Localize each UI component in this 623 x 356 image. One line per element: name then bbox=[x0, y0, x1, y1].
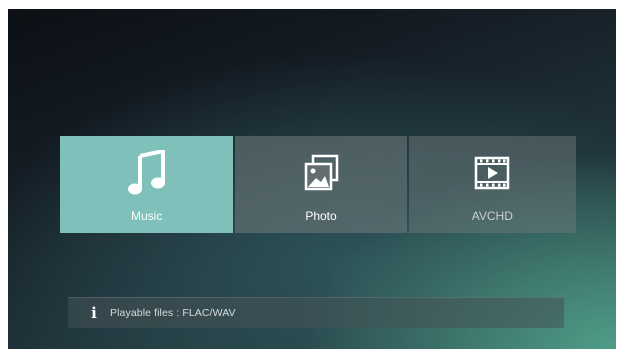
menu-tile-label: Music bbox=[130, 209, 163, 223]
menu-tile-photo[interactable]: Photo bbox=[235, 136, 407, 233]
menu-tile-label: Photo bbox=[305, 209, 337, 223]
media-type-menu: Music Photo AVCHD bbox=[60, 136, 576, 233]
video-film-icon bbox=[472, 150, 512, 196]
menu-tile-label: AVCHD bbox=[471, 209, 513, 223]
photo-stack-icon bbox=[301, 150, 341, 196]
media-home-screen: Music Photo AVCHD i Playable files: FLA… bbox=[8, 9, 616, 349]
menu-tile-music[interactable]: Music bbox=[60, 136, 234, 233]
info-bar: i Playable files : FLAC/WAV bbox=[68, 297, 564, 328]
info-icon: i bbox=[91, 304, 97, 322]
menu-tile-avchd[interactable]: AVCHD bbox=[408, 136, 576, 233]
music-note-icon bbox=[127, 150, 167, 196]
info-text: Playable files : FLAC/WAV bbox=[110, 307, 236, 319]
